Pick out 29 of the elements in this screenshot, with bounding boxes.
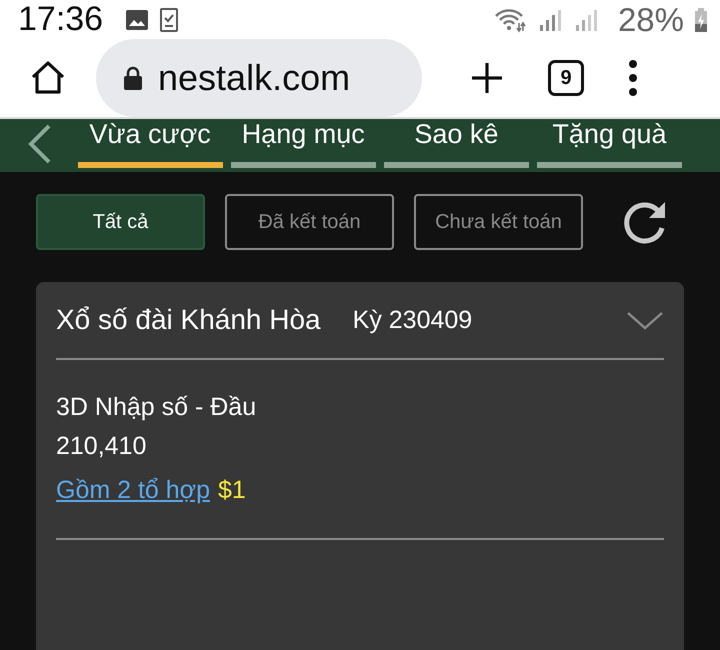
filter-button[interactable]: Tất cả xyxy=(36,194,205,250)
category-tab[interactable]: Vừa cược xyxy=(78,119,223,168)
filter-button[interactable]: Chưa kết toán xyxy=(414,194,583,250)
lottery-title: Xổ số đài Khánh Hòa xyxy=(56,304,321,336)
clipboard-check-icon xyxy=(159,6,180,32)
category-tab[interactable]: Hạng mục xyxy=(230,119,376,168)
tab-switcher-button[interactable]: 9 xyxy=(548,60,584,96)
combination-link[interactable]: Gồm 2 tổ hợp xyxy=(56,466,210,514)
image-icon xyxy=(125,8,150,30)
menu-button[interactable] xyxy=(628,60,638,96)
chevron-icon[interactable] xyxy=(626,310,664,330)
category-tab[interactable]: Tặng quà xyxy=(536,119,682,168)
bet-numbers: 210,410 xyxy=(56,431,148,462)
battery-percent: 28% xyxy=(618,0,684,38)
category-tab[interactable]: Sao kê xyxy=(384,119,529,168)
bet-amount: $1 xyxy=(218,475,246,506)
bet-type: 3D Nhập số - Đầu xyxy=(56,392,258,423)
draw-period: Kỳ 230409 xyxy=(352,306,472,334)
new-tab-button[interactable] xyxy=(470,61,504,95)
lock-icon xyxy=(122,65,144,91)
status-time: 17:36 xyxy=(18,0,104,39)
more-vertical-icon xyxy=(628,60,638,96)
plus-icon xyxy=(470,61,504,95)
chevron-left-icon xyxy=(26,124,51,164)
url-text: nestalk.com xyxy=(158,57,350,99)
filter-button[interactable]: Đã kết toán xyxy=(225,194,394,250)
address-bar[interactable]: nestalk.com xyxy=(96,39,422,117)
battery-charging-icon xyxy=(694,6,708,32)
wifi-icon xyxy=(494,6,528,32)
